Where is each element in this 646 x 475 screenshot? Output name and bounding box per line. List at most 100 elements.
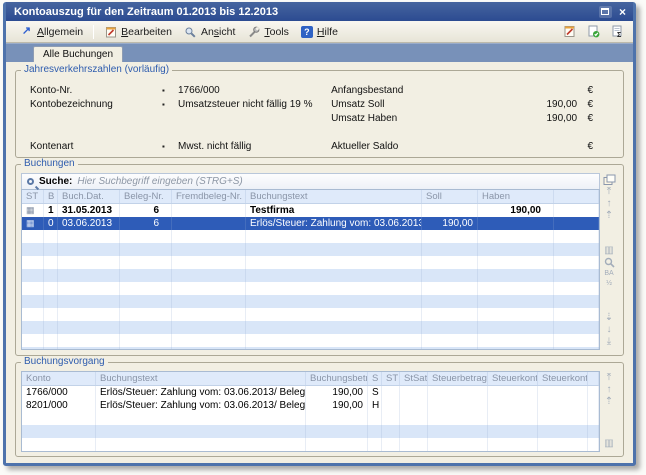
columns-icon[interactable]: ▥	[604, 245, 613, 257]
summary-right: Anfangsbestand € Umsatz Soll 190,00 € Um…	[331, 83, 609, 153]
transaction-row-empty[interactable]	[22, 438, 599, 451]
menubar: ↗ Allgemein Bearbeiten Ansicht Tools ? H…	[6, 21, 633, 43]
menu-label: Bearbeiten	[121, 26, 172, 38]
cell-text: Erlös/Steuer: Zahlung vom: 03.06.2013/ B…	[246, 217, 422, 230]
column-header-b[interactable]: B	[44, 190, 58, 203]
column-header-buchungstext[interactable]: Buchungstext	[96, 372, 306, 385]
cell-filler	[554, 204, 599, 217]
booking-row-empty[interactable]	[22, 321, 599, 334]
summary-group: Jahresverkehrszahlen (vorläufig) Konto-N…	[15, 70, 624, 158]
menu-bearbeiten[interactable]: Bearbeiten	[98, 24, 178, 40]
search-label: Suche:	[39, 176, 72, 187]
column-header-filler	[554, 190, 599, 203]
column-header-buchungstext[interactable]: Buchungstext	[246, 190, 422, 203]
menu-label: Allgemein	[37, 26, 83, 38]
columns-icon[interactable]: ▥	[604, 438, 613, 450]
transaction-row-empty[interactable]	[22, 412, 599, 425]
menu-tools[interactable]: Tools	[241, 24, 295, 40]
booking-row-empty[interactable]	[22, 282, 599, 295]
svg-text:Σ: Σ	[617, 32, 621, 38]
field-label: Kontobezeichnung	[30, 99, 162, 110]
cell-filler	[588, 399, 599, 412]
column-header-steuerkonto2[interactable]: Steuerkonto 2	[538, 372, 588, 385]
bookings-table: ST B Buch.Dat. Beleg-Nr. Fremdbeleg-Nr. …	[21, 189, 600, 350]
booking-row-empty[interactable]	[22, 334, 599, 347]
column-header-fremdbelegnr[interactable]: Fremdbeleg-Nr.	[172, 190, 246, 203]
column-header-st[interactable]: ST	[382, 372, 400, 385]
bullet-icon: ▪	[162, 86, 178, 95]
menu-separator	[93, 25, 94, 39]
titlebar: Kontoauszug für den Zeitraum 01.2013 bis…	[6, 2, 633, 21]
column-header-soll[interactable]: Soll	[422, 190, 478, 203]
booking-row-empty[interactable]	[22, 308, 599, 321]
transaction-group: Buchungsvorgang Konto Buchungstext Buchu…	[15, 362, 624, 457]
restore-button[interactable]	[599, 6, 612, 18]
column-header-konto[interactable]: Konto	[22, 372, 96, 385]
scroll-top-icon[interactable]: ⤒	[607, 186, 611, 198]
column-header-haben[interactable]: Haben	[478, 190, 554, 203]
zoom-icon[interactable]	[604, 257, 615, 269]
approve-document-icon[interactable]	[586, 25, 601, 39]
scroll-up-icon[interactable]: ↑	[607, 198, 612, 210]
bullet-icon: ▪	[162, 142, 178, 151]
bullet-icon: ▪	[162, 100, 178, 109]
column-header-buchdat[interactable]: Buch.Dat.	[58, 190, 120, 203]
menu-label: Ansicht	[201, 26, 235, 38]
ratio-icon[interactable]: ½	[606, 279, 612, 289]
booking-row-empty[interactable]	[22, 243, 599, 256]
scroll-down-small-icon[interactable]: ⇣	[605, 312, 613, 324]
transaction-side-toolbar: ⤒ ↑ ⇡ ▥	[600, 371, 618, 452]
field-label: Umsatz Soll	[331, 99, 481, 110]
currency-label: €	[577, 113, 593, 124]
sum-document-icon[interactable]: Σ	[610, 25, 625, 39]
scroll-up-icon[interactable]: ↑	[607, 384, 612, 396]
scroll-up-small-icon[interactable]: ⇡	[605, 210, 613, 222]
column-header-steuerkonto1[interactable]: Steuerkonto 1	[488, 372, 538, 385]
cell-soll: 190,00	[422, 217, 478, 230]
column-options-icon[interactable]	[603, 174, 616, 186]
cell-text: Erlös/Steuer: Zahlung vom: 03.06.2013/ B…	[96, 399, 306, 412]
close-button[interactable]: ×	[617, 6, 628, 18]
scroll-bottom-icon[interactable]: ⤓	[607, 336, 611, 348]
column-header-belegnr[interactable]: Beleg-Nr.	[120, 190, 172, 203]
booking-row-empty[interactable]	[22, 230, 599, 243]
transaction-row-2[interactable]: 8201/000 Erlös/Steuer: Zahlung vom: 03.0…	[22, 399, 599, 412]
column-header-buchungsbetrag[interactable]: Buchungsbetrag	[306, 372, 368, 385]
booking-row-empty[interactable]	[22, 256, 599, 269]
booking-row-2-selected[interactable]: ▦ 0 03.06.2013 6 Erlös/Steuer: Zahlung v…	[22, 217, 599, 230]
cell-steuerkonto2	[538, 386, 588, 399]
cell-stsatz	[400, 386, 428, 399]
currency-label: €	[577, 99, 593, 110]
menu-allgemein[interactable]: ↗ Allgemein	[14, 24, 89, 40]
menu-ansicht[interactable]: Ansicht	[178, 24, 241, 40]
column-header-s[interactable]: S	[368, 372, 382, 385]
search-input[interactable]	[77, 176, 594, 187]
menu-label: Tools	[264, 26, 289, 38]
currency-label: €	[577, 85, 593, 96]
search-bar: Suche:	[21, 173, 600, 189]
notes-toolbar-icon[interactable]	[562, 25, 577, 39]
scroll-up-small-icon[interactable]: ⇡	[605, 396, 613, 408]
column-header-stsatz[interactable]: StSatz	[400, 372, 428, 385]
booking-row-empty[interactable]	[22, 347, 599, 350]
column-header-steuerbetrag[interactable]: Steuerbetrag	[428, 372, 488, 385]
transaction-row-empty[interactable]	[22, 425, 599, 438]
menu-hilfe[interactable]: ? Hilfe	[295, 24, 344, 40]
transaction-row-1[interactable]: 1766/000 Erlös/Steuer: Zahlung vom: 03.0…	[22, 386, 599, 399]
ba-icon[interactable]: BA	[604, 269, 613, 279]
scroll-down-icon[interactable]: ↓	[607, 324, 612, 336]
cell-s: H	[368, 399, 382, 412]
column-header-st[interactable]: ST	[22, 190, 44, 203]
cell-haben: 190,00	[478, 204, 554, 217]
cell-b: 0	[44, 217, 58, 230]
booking-row-1[interactable]: ▦ 1 31.05.2013 6 Testfirma 190,00	[22, 204, 599, 217]
scroll-top-icon[interactable]: ⤒	[607, 372, 611, 384]
summary-row-konto-nr: Konto-Nr. ▪ 1766/000	[30, 83, 331, 97]
booking-row-empty[interactable]	[22, 295, 599, 308]
tab-alle-buchungen[interactable]: Alle Buchungen	[33, 46, 123, 62]
bookings-group-title: Buchungen	[21, 158, 78, 170]
booking-row-empty[interactable]	[22, 269, 599, 282]
cell-beleg: 6	[120, 217, 172, 230]
toolbar-right: Σ	[562, 25, 625, 39]
field-value: 190,00	[481, 99, 577, 110]
